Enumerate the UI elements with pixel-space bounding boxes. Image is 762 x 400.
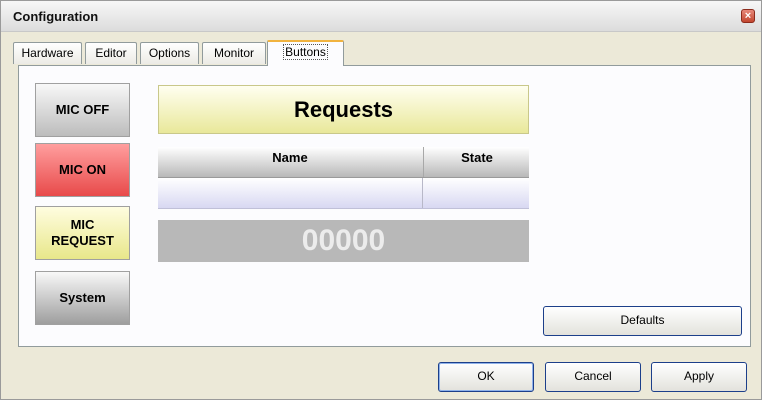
mic-request-button[interactable]: MIC REQUEST	[35, 206, 130, 260]
defaults-button[interactable]: Defaults	[543, 306, 742, 336]
apply-button[interactable]: Apply	[651, 362, 747, 392]
buttons-tab-panel: MIC OFF MIC ON MIC REQUEST System Reques…	[18, 65, 751, 347]
mic-request-label-line2: REQUEST	[51, 233, 114, 248]
mic-on-button[interactable]: MIC ON	[35, 143, 130, 197]
mic-request-label-line1: MIC	[70, 217, 95, 232]
mic-off-label: MIC OFF	[55, 102, 110, 117]
title-bar[interactable]: Configuration ×	[1, 1, 761, 32]
request-counter: 00000	[158, 220, 529, 262]
ok-button[interactable]: OK	[438, 362, 534, 392]
system-label: System	[59, 290, 106, 305]
mic-on-label: MIC ON	[59, 162, 106, 177]
column-header-name[interactable]: Name	[158, 147, 422, 177]
requests-banner: Requests	[158, 85, 529, 134]
close-icon[interactable]: ×	[741, 9, 755, 23]
requests-table-header: Name State	[158, 147, 529, 178]
tab-editor[interactable]: Editor	[85, 42, 137, 64]
tab-hardware[interactable]: Hardware	[13, 42, 82, 64]
tab-buttons[interactable]: Buttons	[267, 40, 344, 66]
tab-options[interactable]: Options	[140, 42, 199, 64]
column-header-state[interactable]: State	[423, 147, 530, 177]
window-title: Configuration	[13, 9, 99, 24]
table-row[interactable]	[158, 178, 529, 209]
configuration-window: Configuration × Hardware Editor Options …	[0, 0, 762, 400]
system-button[interactable]: System	[35, 271, 130, 325]
tab-monitor[interactable]: Monitor	[202, 42, 266, 64]
tab-buttons-label: Buttons	[283, 44, 328, 60]
table-column-divider	[422, 178, 423, 208]
mic-off-button[interactable]: MIC OFF	[35, 83, 130, 137]
cancel-button[interactable]: Cancel	[545, 362, 641, 392]
